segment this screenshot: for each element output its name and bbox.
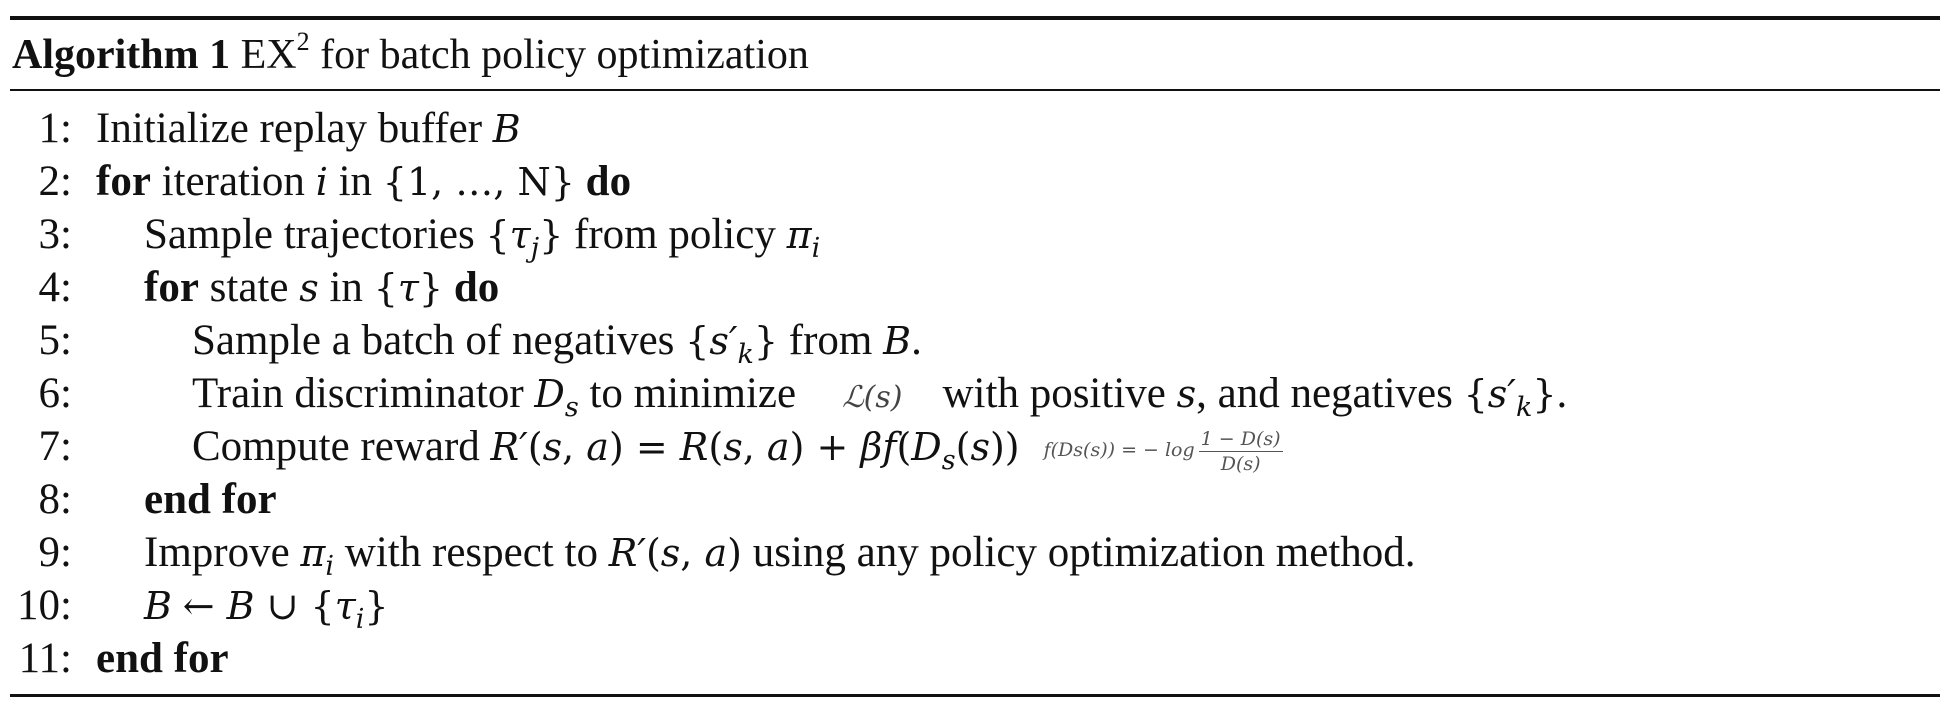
algo-line-2: 2: for iteration i in {1, …, N} do: [10, 156, 632, 208]
algorithm-name: EX: [240, 32, 297, 78]
bottom-rule: [10, 694, 1940, 697]
algo-line-9: 9: Improve πi with respect to R′(s, a) us…: [10, 527, 1416, 582]
line-number: 10:: [17, 582, 72, 629]
line-number: 6:: [38, 370, 72, 417]
line-number: 5:: [38, 317, 72, 364]
line-body: end for: [144, 476, 277, 523]
algo-line-6: 6: Train discriminator Ds to minimize ℒ(s)…: [10, 368, 1568, 421]
algo-line-11: 11: end for: [10, 633, 229, 685]
algo-line-8: 8: end for: [10, 474, 277, 526]
line-number: 2:: [38, 158, 72, 205]
algorithm-superscript: 2: [296, 27, 310, 56]
line-body: for state s in {τ} do: [144, 264, 500, 311]
algorithm-title-rest: for batch policy optimization: [320, 32, 809, 78]
reward-f-annotation: f(Ds(s)) = − log 1 − D(s) D(s): [1043, 427, 1283, 475]
line-body: Improve πi with respect to R′(s, a) usin…: [144, 529, 1416, 582]
line-body: Compute reward R′(s, a) = R(s, a) + βf(D…: [192, 423, 1283, 476]
line-body: end for: [96, 635, 229, 682]
algo-line-10: 10: B ← B ∪ {τi}: [10, 580, 389, 635]
line-number: 9:: [38, 529, 72, 576]
line-number: 4:: [38, 264, 72, 311]
loss-annotation: ℒ(s): [842, 380, 903, 415]
algo-line-4: 4: for state s in {τ} do: [10, 262, 500, 314]
line-body: B ← B ∪ {τi}: [144, 584, 389, 635]
line-body: Initialize replay buffer B: [96, 105, 521, 152]
line-body: for iteration i in {1, …, N} do: [96, 158, 632, 205]
algorithm-label: Algorithm 1: [12, 32, 231, 78]
caption-rule: [10, 89, 1940, 91]
line-number: 11:: [18, 635, 72, 682]
algo-line-5: 5: Sample a batch of negatives {s′k} from…: [10, 315, 922, 370]
line-number: 3:: [38, 211, 72, 258]
algo-line-1: 1: Initialize replay buffer B: [10, 103, 521, 155]
top-rule: [10, 16, 1940, 20]
line-body: Sample a batch of negatives {s′k} from B…: [192, 317, 922, 370]
line-body: Sample trajectories {τj} from policy πi: [144, 211, 821, 264]
algo-line-3: 3: Sample trajectories {τj} from policy π…: [10, 209, 821, 264]
reward-f-fraction: 1 − D(s) D(s): [1198, 427, 1283, 475]
algo-line-7: 7: Compute reward R′(s, a) = R(s, a) + βf…: [10, 421, 1283, 476]
line-body: Train discriminator Ds to minimize ℒ(s) wi…: [192, 370, 1568, 423]
line-number: 1:: [38, 105, 72, 152]
line-number: 7:: [38, 423, 72, 470]
algorithm-caption: Algorithm 1 EX2 for batch policy optimiz…: [12, 26, 809, 84]
algorithm-block: Algorithm 1 EX2 for batch policy optimiz…: [10, 0, 1940, 708]
line-number: 8:: [38, 476, 72, 523]
